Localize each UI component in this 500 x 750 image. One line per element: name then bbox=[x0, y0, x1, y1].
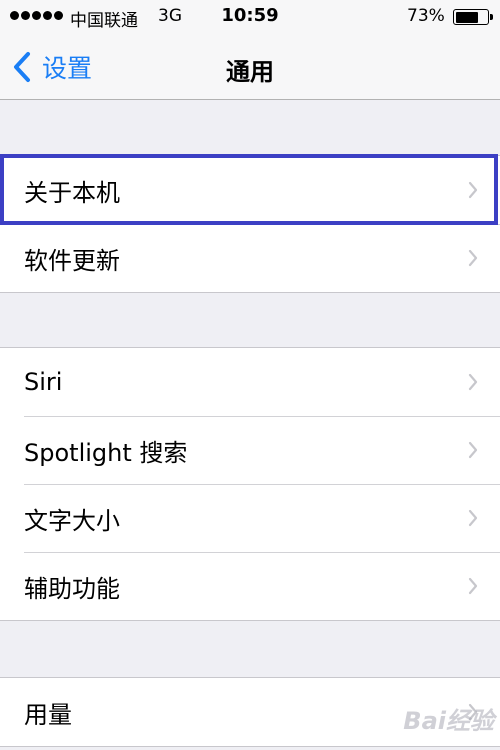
chevron-right-icon bbox=[468, 249, 478, 267]
list-item-label: 辅助功能 bbox=[24, 574, 120, 603]
list-item-label: Spotlight 搜索 bbox=[24, 438, 188, 467]
list-item-usage[interactable]: 用量 bbox=[0, 678, 500, 746]
chevron-right-icon bbox=[468, 577, 478, 595]
list-item-text-size[interactable]: 文字大小 bbox=[0, 484, 500, 552]
list-item-label: 软件更新 bbox=[24, 246, 120, 275]
list-item-label: 用量 bbox=[24, 700, 72, 729]
battery-percent: 73% bbox=[407, 6, 445, 26]
list-item-label: 文字大小 bbox=[24, 506, 120, 535]
list-item-software-update[interactable]: 软件更新 bbox=[0, 224, 500, 292]
chevron-right-icon bbox=[468, 373, 478, 391]
list-item-spotlight-search[interactable]: Spotlight 搜索 bbox=[0, 416, 500, 484]
settings-group-1: 关于本机 软件更新 bbox=[0, 155, 500, 293]
list-item-label: 关于本机 bbox=[24, 178, 120, 207]
chevron-right-icon bbox=[468, 703, 478, 721]
settings-group-3: 用量 bbox=[0, 677, 500, 747]
page-title: 通用 bbox=[226, 58, 274, 86]
status-bar: 中国联通 3G 10:59 73% bbox=[0, 0, 500, 34]
chevron-right-icon bbox=[468, 509, 478, 527]
list-item-accessibility[interactable]: 辅助功能 bbox=[0, 552, 500, 620]
navigation-bar: 设置 通用 bbox=[0, 34, 500, 100]
battery-icon bbox=[453, 9, 493, 25]
list-item-about[interactable]: 关于本机 bbox=[0, 156, 500, 224]
list-item-label: Siri bbox=[24, 368, 63, 396]
settings-group-2: Siri Spotlight 搜索 文字大小 辅助功能 bbox=[0, 347, 500, 621]
list-item-siri[interactable]: Siri bbox=[0, 348, 500, 416]
chevron-right-icon bbox=[468, 181, 478, 199]
chevron-right-icon bbox=[468, 441, 478, 459]
